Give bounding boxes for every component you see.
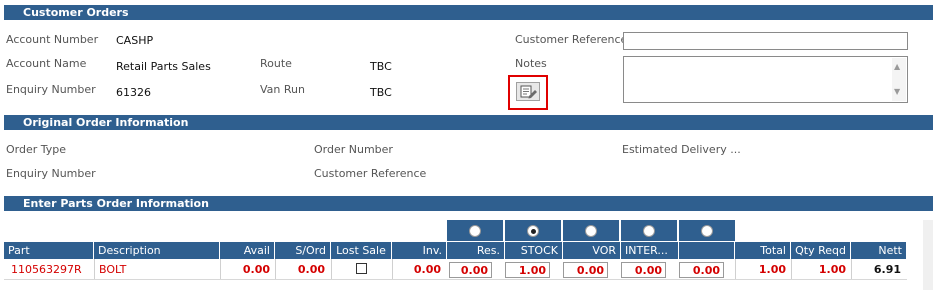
estimated-delivery-label: Estimated Delivery ... (622, 143, 741, 156)
account-number-value: CASHP (116, 34, 154, 47)
original-customer-reference-label: Customer Reference (314, 167, 427, 180)
table-scrollbar[interactable] (923, 220, 933, 290)
row-qty-reqd: 1.00 (818, 263, 846, 276)
radio-cell-inter (621, 220, 677, 241)
col-header-stock[interactable]: STOCK (505, 242, 563, 259)
notes-textarea[interactable]: ▲ ▼ (623, 56, 908, 103)
radio-cell-extra (679, 220, 735, 241)
order-number-label: Order Number (314, 143, 393, 156)
lost-sale-checkbox[interactable] (356, 263, 367, 274)
radio-extra[interactable] (701, 225, 713, 237)
route-value: TBC (370, 60, 392, 73)
parts-order-header: Enter Parts Order Information (4, 196, 933, 211)
col-header-extra[interactable] (679, 242, 735, 259)
col-header-nett[interactable]: Nett (851, 242, 906, 259)
notes-scrollbar[interactable]: ▲ ▼ (892, 58, 906, 101)
row-avail: 0.00 (242, 263, 270, 276)
radio-vor[interactable] (585, 225, 597, 237)
original-enquiry-number-label: Enquiry Number (6, 167, 96, 180)
col-header-description[interactable]: Description (94, 242, 220, 259)
col-header-sord[interactable]: S/Ord (275, 242, 331, 259)
row-part[interactable]: 110563297R (11, 261, 82, 278)
row-sord: 0.00 (297, 263, 325, 276)
scroll-down-icon[interactable]: ▼ (894, 87, 900, 96)
notes-button[interactable] (516, 82, 540, 101)
van-run-value: TBC (370, 86, 392, 99)
route-label: Route (260, 57, 292, 70)
customer-reference-label: Customer Reference (515, 33, 628, 46)
radio-stock[interactable] (527, 225, 539, 237)
enquiry-number-value: 61326 (116, 86, 151, 99)
account-number-label: Account Number (6, 33, 99, 46)
customer-orders-header: Customer Orders (4, 5, 933, 20)
notes-label: Notes (515, 57, 547, 70)
col-header-total[interactable]: Total (735, 242, 791, 259)
scroll-up-icon[interactable]: ▲ (894, 62, 900, 71)
vor-input[interactable]: 0.00 (563, 262, 608, 278)
radio-cell-res (447, 220, 503, 241)
extra-input[interactable]: 0.00 (679, 262, 724, 278)
original-order-header: Original Order Information (4, 115, 933, 130)
radio-cell-vor (563, 220, 619, 241)
col-header-avail[interactable]: Avail (220, 242, 275, 259)
col-header-lost-sale[interactable]: Lost Sale (331, 242, 392, 259)
row-inv: 0.00 (413, 263, 441, 276)
radio-cell-stock (505, 220, 561, 241)
van-run-label: Van Run (260, 83, 305, 96)
stock-input[interactable]: 1.00 (505, 262, 550, 278)
enquiry-number-label: Enquiry Number (6, 83, 96, 96)
customer-reference-input[interactable] (623, 32, 908, 50)
row-description[interactable]: BOLT (99, 261, 126, 278)
res-input[interactable]: 0.00 (449, 262, 492, 278)
radio-res[interactable] (469, 225, 481, 237)
radio-inter[interactable] (643, 225, 655, 237)
row-nett: 6.91 (873, 263, 901, 276)
col-header-vor[interactable]: VOR (563, 242, 621, 259)
col-header-qty-reqd[interactable]: Qty Reqd (791, 242, 851, 259)
col-header-res[interactable]: Res. (447, 242, 505, 259)
order-type-label: Order Type (6, 143, 67, 156)
document-edit-icon (520, 85, 537, 99)
account-name-value: Retail Parts Sales (116, 60, 211, 73)
col-header-inter[interactable]: INTER... (621, 242, 679, 259)
col-header-part[interactable]: Part (4, 242, 94, 259)
inter-input[interactable]: 0.00 (621, 262, 666, 278)
account-name-label: Account Name (6, 57, 87, 70)
col-header-inv[interactable]: Inv. (392, 242, 447, 259)
row-total: 1.00 (758, 263, 786, 276)
